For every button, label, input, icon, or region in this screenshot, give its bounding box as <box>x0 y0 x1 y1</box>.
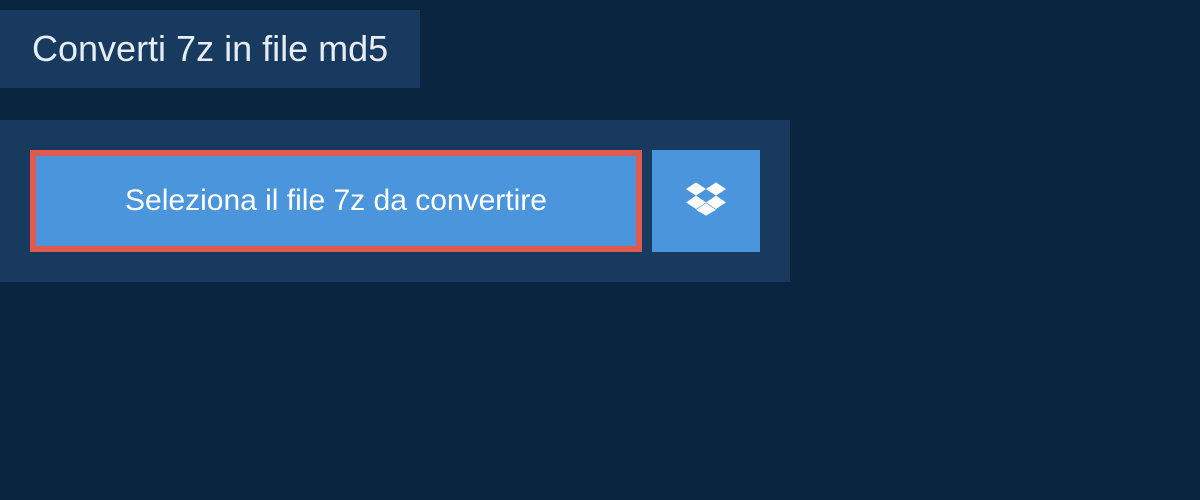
dropbox-button[interactable] <box>652 150 760 252</box>
select-file-button[interactable]: Seleziona il file 7z da convertire <box>30 150 642 252</box>
upload-section: Seleziona il file 7z da convertire <box>0 120 790 282</box>
select-file-label: Seleziona il file 7z da convertire <box>125 184 547 218</box>
dropbox-icon <box>686 179 726 224</box>
header-bar: Converti 7z in file md5 <box>0 10 420 88</box>
page-title: Converti 7z in file md5 <box>32 28 388 70</box>
